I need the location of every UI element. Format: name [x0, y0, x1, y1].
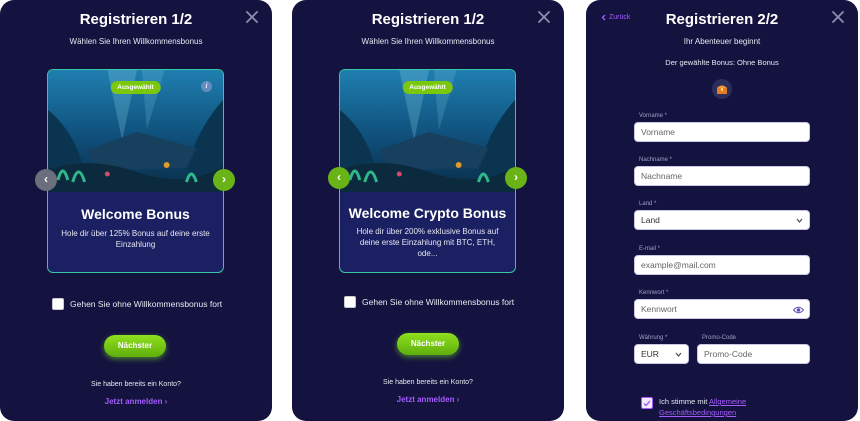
- selected-bonus-text: Der gewählte Bonus: Ohne Bonus: [665, 58, 779, 67]
- bonus-title: Welcome Bonus: [81, 206, 190, 222]
- bonus-card[interactable]: Ausgewählt Welcome Crypto Bonus Hole dir…: [339, 69, 516, 273]
- password-field[interactable]: Kennwort: [634, 299, 810, 319]
- close-icon[interactable]: [537, 10, 551, 24]
- bonus-title: Welcome Crypto Bonus: [348, 205, 507, 221]
- terms-prefix: Ich stimme mit: [659, 397, 710, 406]
- chevron-right-icon[interactable]: ›: [505, 167, 527, 189]
- eye-icon[interactable]: [793, 305, 804, 315]
- registration-step1-panel: Registrieren 1/2 Wählen Sie Ihren Willko…: [0, 0, 272, 421]
- registration-step1-crypto-panel: Registrieren 1/2 Wählen Sie Ihren Willko…: [292, 0, 564, 421]
- login-link[interactable]: Jetzt anmelden ›: [292, 395, 564, 404]
- treasure-icon: [712, 79, 732, 99]
- close-icon[interactable]: [831, 10, 845, 24]
- panel-title: Registrieren 1/2: [79, 11, 193, 28]
- no-bonus-label: Gehen Sie ohne Willkommensbonus fort: [70, 299, 223, 309]
- promo-label: Promo-Code: [702, 335, 737, 341]
- email-placeholder: example@mail.com: [641, 260, 716, 270]
- have-account-text: Sie haben bereits ein Konto?: [91, 381, 181, 388]
- lastname-label: Nachname *: [639, 157, 673, 163]
- firstname-field[interactable]: Vorname: [634, 122, 810, 142]
- have-account-text: Sie haben bereits ein Konto?: [383, 379, 473, 386]
- panel-subtitle: Ihr Abenteuer beginnt: [683, 37, 761, 46]
- email-field[interactable]: example@mail.com: [634, 255, 810, 275]
- promo-placeholder: Promo-Code: [704, 349, 753, 359]
- bonus-description: Hole dir über 125% Bonus auf deine erste…: [61, 229, 210, 249]
- country-select[interactable]: Land: [634, 210, 810, 230]
- bonus-card[interactable]: Ausgewählt i Welcome Bonus Hole dir über…: [47, 69, 224, 273]
- no-bonus-label: Gehen Sie ohne Willkommensbonus fort: [362, 297, 515, 307]
- promo-field[interactable]: Promo-Code: [697, 344, 810, 364]
- currency-select[interactable]: EUR: [634, 344, 689, 364]
- terms-checkbox[interactable]: [641, 397, 653, 409]
- terms-agreement: Ich stimme mit Allgemeine Geschäftsbedin…: [641, 396, 779, 418]
- currency-label: Währung *: [639, 335, 668, 341]
- password-label: Kennwort *: [639, 290, 669, 296]
- check-icon: [643, 400, 651, 407]
- firstname-label: Vorname *: [639, 113, 668, 119]
- chevron-left-icon[interactable]: ‹: [328, 167, 350, 189]
- close-icon[interactable]: [245, 10, 259, 24]
- terms-text: Ich stimme mit Allgemeine Geschäftsbedin…: [659, 396, 779, 418]
- country-label: Land *: [639, 201, 657, 207]
- info-icon[interactable]: i: [201, 81, 212, 92]
- lastname-placeholder: Nachname: [641, 171, 683, 181]
- chevron-left-icon[interactable]: ‹: [35, 169, 57, 191]
- panel-title: Registrieren 1/2: [371, 11, 485, 28]
- login-link[interactable]: Jetzt anmelden ›: [0, 397, 272, 406]
- chevron-right-icon[interactable]: ›: [213, 169, 235, 191]
- lastname-field[interactable]: Nachname: [634, 166, 810, 186]
- panel-subtitle: Wählen Sie Ihren Willkommensbonus: [361, 37, 495, 46]
- currency-value: EUR: [641, 349, 659, 359]
- no-bonus-option: Gehen Sie ohne Willkommensbonus fort: [344, 296, 514, 308]
- selected-badge: Ausgewählt: [402, 81, 453, 94]
- firstname-placeholder: Vorname: [641, 127, 676, 137]
- no-bonus-checkbox[interactable]: [344, 296, 356, 308]
- next-button[interactable]: Nächster: [104, 335, 166, 357]
- email-label: E-mail *: [639, 246, 661, 252]
- selected-badge: Ausgewählt: [110, 81, 161, 94]
- country-value: Land: [641, 215, 660, 225]
- chevron-down-icon: [675, 352, 682, 358]
- panel-subtitle: Wählen Sie Ihren Willkommensbonus: [69, 37, 203, 46]
- chevron-down-icon: [796, 218, 803, 224]
- registration-step2-panel: Zurück Registrieren 2/2 Ihr Abenteuer be…: [586, 0, 858, 421]
- no-bonus-option: Gehen Sie ohne Willkommensbonus fort: [52, 298, 222, 310]
- password-placeholder: Kennwort: [641, 304, 677, 314]
- no-bonus-checkbox[interactable]: [52, 298, 64, 310]
- panel-title: Registrieren 2/2: [665, 11, 779, 28]
- next-button[interactable]: Nächster: [397, 333, 459, 355]
- bonus-description: Hole dir über 200% exklusive Bonus auf d…: [356, 227, 499, 258]
